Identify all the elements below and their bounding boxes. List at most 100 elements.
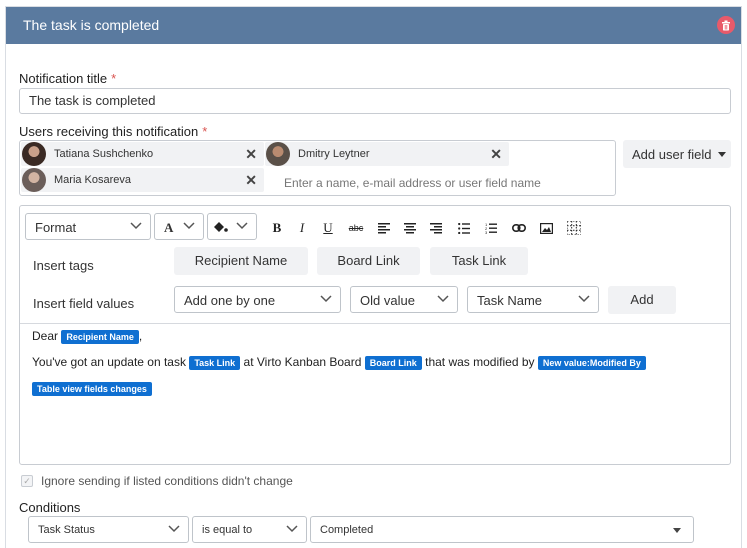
chevron-down-icon [130,222,142,230]
value-type-select[interactable]: Old value [350,286,458,313]
users-picker[interactable]: Tatiana Sushchenko ✕ Dmitry Leytner ✕ Ma… [19,140,616,196]
image-icon [539,222,553,234]
ignore-checkbox-label: Ignore sending if listed conditions didn… [41,474,293,488]
underline-button[interactable]: U [319,219,337,237]
chevron-down-icon [286,525,298,533]
font-color-icon: A [164,220,174,235]
align-left-icon [378,222,390,233]
close-icon[interactable]: ✕ [490,146,502,163]
table-icon [567,221,581,235]
add-user-field-label: Add user field [632,147,712,162]
caret-down-icon [718,152,726,157]
avatar [22,142,46,166]
condition-operator-select[interactable]: is equal to [192,516,307,543]
numbered-list-button[interactable]: 123 [482,219,500,237]
toolbar-divider [20,323,730,324]
field-mode-select[interactable]: Add one by one [174,286,341,313]
message-text: at Virto Kanban Board [243,355,362,369]
board-link-tag: Board Link [364,355,422,370]
bullet-list-button[interactable] [455,219,473,237]
align-left-button[interactable] [375,219,393,237]
condition-value-select[interactable]: Completed [310,516,694,543]
user-chip: Maria Kosareva ✕ [21,168,264,192]
insert-image-button[interactable] [537,219,555,237]
condition-operator-value: is equal to [202,524,253,536]
trash-icon [722,20,730,30]
avatar [22,168,46,192]
panel-header: The task is completed [6,7,741,44]
users-label: Users receiving this notification * [19,124,207,139]
tag-recipient-name-button[interactable]: Recipient Name [174,247,308,275]
user-chip-label: Maria Kosareva [54,174,132,186]
align-center-icon [404,222,416,233]
message-editor: Format A B I U abc 1 2 3 Insert tags Rec… [19,205,731,465]
chevron-down-icon [236,222,248,230]
message-text: Dear [32,329,59,343]
add-field-button[interactable]: Add [608,286,676,314]
notification-panel: The task is completed Notification title… [5,6,742,548]
modified-by-tag: New value:Modified By [537,355,646,370]
condition-value-value: Completed [320,524,374,536]
numbered-list-icon: 123 [485,222,497,234]
users-search-input[interactable] [282,173,602,193]
table-view-fields-changes-tag: Table view fields changes [32,381,152,396]
field-select[interactable]: Task Name [467,286,599,313]
message-text: You've got an update on task [32,355,186,369]
link-icon [512,224,526,232]
paint-bucket-icon [214,222,228,232]
chevron-down-icon [183,222,195,230]
recipient-name-tag: Recipient Name [61,329,139,344]
background-color-select[interactable] [207,213,257,240]
ignore-checkbox[interactable]: ✓ [21,475,33,487]
insert-tags-label: Insert tags [33,258,94,273]
caret-down-icon [673,528,681,533]
message-text: that was modified by [425,355,535,369]
bold-button[interactable]: B [268,219,286,237]
required-mark: * [111,71,117,86]
message-line: Table view fields changes [32,381,152,396]
message-text: , [138,329,143,343]
notification-title-label: Notification title * [19,71,116,86]
align-right-icon [430,222,442,233]
svg-text:3: 3 [485,230,488,234]
avatar [266,142,290,166]
value-type-value: Old value [360,293,415,308]
format-select-value: Format [35,220,77,235]
chevron-down-icon [168,525,180,533]
chevron-down-icon [437,295,449,303]
conditions-label: Conditions [19,500,81,515]
condition-field-select[interactable]: Task Status [28,516,189,543]
bullet-list-icon [458,222,470,234]
users-label-text: Users receiving this notification [19,124,199,139]
field-select-value: Task Name [477,293,543,308]
insert-field-values-label: Insert field values [33,296,135,311]
link-button[interactable] [510,219,528,237]
user-chip: Dmitry Leytner ✕ [265,142,509,166]
add-user-field-button[interactable]: Add user field [623,140,731,168]
notification-title-label-text: Notification title [19,71,108,86]
task-link-tag: Task Link [189,355,241,370]
required-mark: * [202,124,208,139]
message-line: You've got an update on task Task Link a… [32,355,646,370]
insert-table-button[interactable] [565,219,583,237]
tag-task-link-button[interactable]: Task Link [430,247,528,275]
delete-button[interactable] [717,16,735,34]
notification-title-input[interactable]: The task is completed [19,88,731,114]
font-color-select[interactable]: A [154,213,204,240]
tag-board-link-button[interactable]: Board Link [317,247,420,275]
condition-field-value: Task Status [38,524,95,536]
close-icon[interactable]: ✕ [245,172,257,189]
message-line: Dear Recipient Name, [32,329,142,344]
header-title: The task is completed [23,17,160,33]
italic-button[interactable]: I [293,219,311,237]
field-mode-value: Add one by one [184,293,276,308]
format-select[interactable]: Format [25,213,151,240]
close-icon[interactable]: ✕ [245,146,257,163]
user-chip-label: Dmitry Leytner [298,148,370,160]
user-chip-label: Tatiana Sushchenko [54,148,154,160]
chevron-down-icon [320,295,332,303]
align-center-button[interactable] [401,219,419,237]
align-right-button[interactable] [427,219,445,237]
strikethrough-button[interactable]: abc [345,219,367,237]
chevron-down-icon [578,295,590,303]
